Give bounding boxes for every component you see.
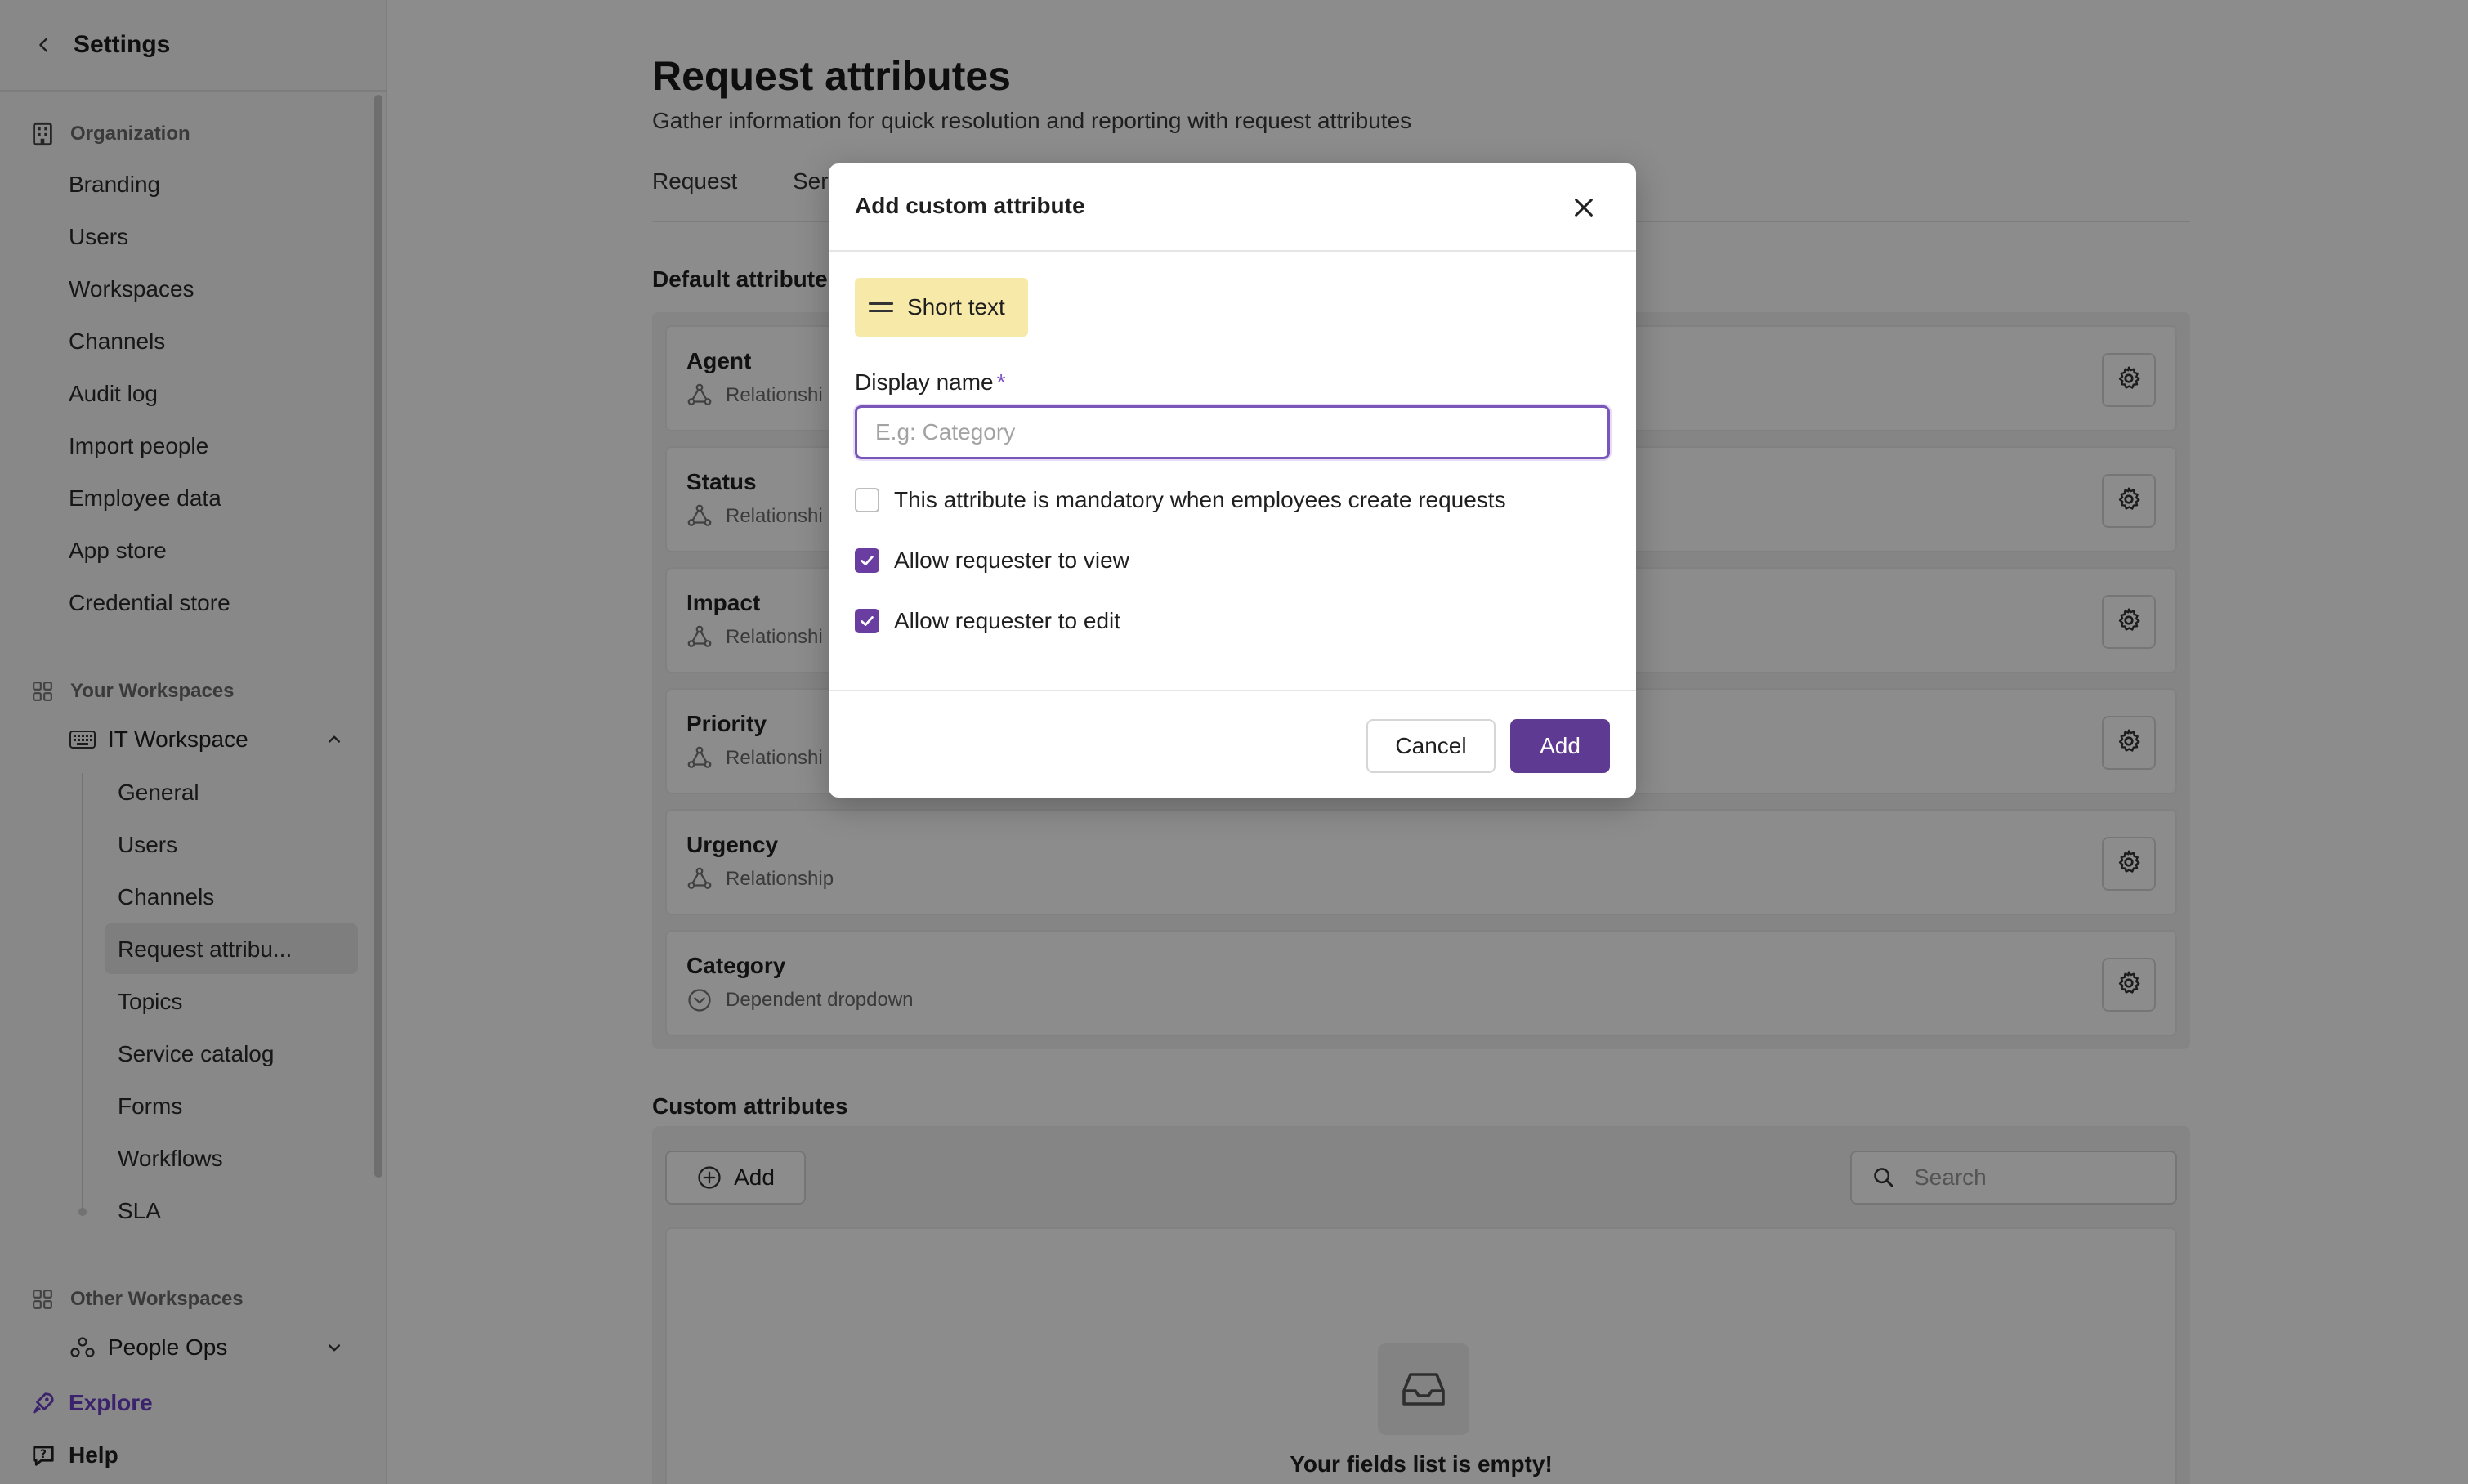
dialog-title: Add custom attribute (855, 193, 1085, 218)
close-button[interactable] (1567, 193, 1600, 226)
display-name-input[interactable] (855, 405, 1610, 459)
requester-view-checkbox[interactable] (855, 548, 879, 573)
attribute-type-chip: Short text (855, 278, 1028, 337)
requester-view-checkbox-label: Allow requester to view (894, 548, 1129, 573)
check-icon (861, 556, 874, 565)
display-name-label-text: Display name (855, 369, 994, 395)
dialog-footer: Cancel Add (829, 690, 1636, 798)
add-button[interactable]: Add (1510, 719, 1610, 773)
requester-edit-checkbox-label: Allow requester to edit (894, 608, 1121, 633)
mandatory-checkbox-label: This attribute is mandatory when employe… (894, 487, 1506, 512)
mandatory-checkbox-row[interactable]: This attribute is mandatory when employe… (855, 487, 1506, 513)
dialog-header: Add custom attribute (829, 163, 1636, 252)
requester-edit-checkbox-row[interactable]: Allow requester to edit (855, 608, 1120, 634)
short-text-icon (866, 293, 896, 322)
check-icon (861, 616, 874, 626)
close-icon (1572, 196, 1595, 223)
add-custom-attribute-dialog: Add custom attribute Short text Display … (829, 163, 1636, 798)
display-name-label: Display name * (855, 369, 1006, 396)
requester-view-checkbox-row[interactable]: Allow requester to view (855, 548, 1129, 574)
mandatory-checkbox[interactable] (855, 488, 879, 512)
attribute-type-chip-label: Short text (907, 294, 1005, 320)
required-mark: * (996, 369, 1006, 395)
requester-edit-checkbox[interactable] (855, 609, 879, 633)
cancel-button[interactable]: Cancel (1366, 719, 1496, 773)
